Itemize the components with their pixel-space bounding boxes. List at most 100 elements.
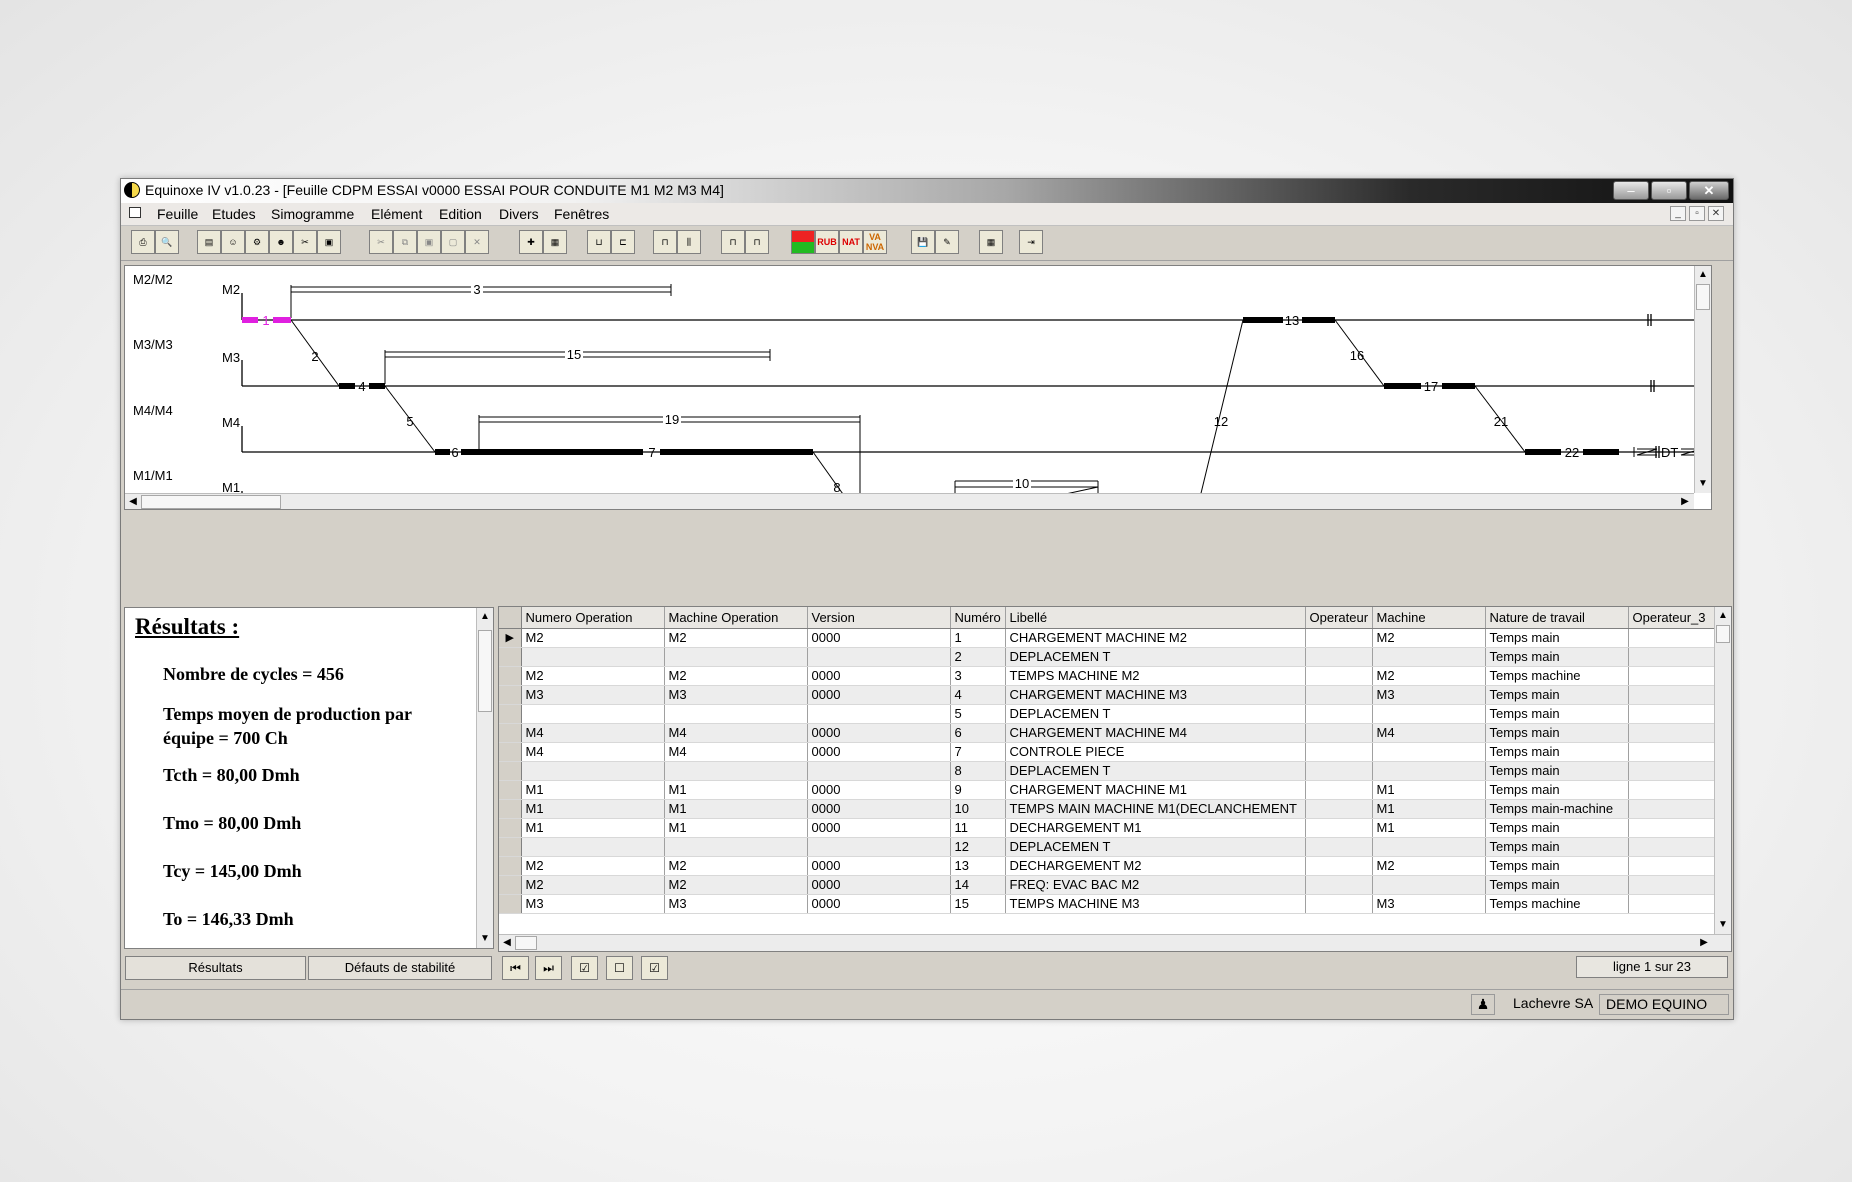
row-indicator[interactable]: [499, 742, 522, 762]
table-cell[interactable]: M1: [521, 818, 665, 838]
menu-fenetres[interactable]: Fenêtres: [554, 206, 609, 222]
check-icon[interactable]: ☑: [571, 956, 598, 980]
table-cell[interactable]: [1628, 894, 1716, 914]
table-cell[interactable]: [807, 761, 951, 781]
table-row[interactable]: M1 M1 0000 10 TEMPS MAIN MACHINE M1(DECLANCH…: [499, 799, 1716, 819]
table-cell[interactable]: [1372, 761, 1486, 781]
column-header[interactable]: Operateur_3: [1628, 607, 1716, 629]
menu-etudes[interactable]: Etudes: [212, 206, 256, 222]
table-cell[interactable]: [1305, 780, 1373, 800]
table-row[interactable]: 2 DEPLACEMEN T Temps main: [499, 647, 1716, 667]
current-row-indicator[interactable]: ▶: [499, 628, 522, 648]
cut-icon[interactable]: ✂: [369, 230, 393, 254]
table-cell[interactable]: [1305, 685, 1373, 705]
row-indicator[interactable]: [499, 666, 522, 686]
table-cell[interactable]: CHARGEMENT MACHINE M4: [1005, 723, 1306, 743]
table-cell[interactable]: [1305, 894, 1373, 914]
rub-button[interactable]: RUB: [815, 230, 839, 254]
simogramme-diagram[interactable]: M2/M2 M3/M3 M4/M4 M1/M1 M2 M3 M4 M1 1 2 …: [124, 265, 1712, 510]
table-cell[interactable]: Temps main: [1485, 723, 1629, 743]
table-cell[interactable]: [1628, 780, 1716, 800]
minimize-button[interactable]: –: [1613, 181, 1649, 200]
menu-feuille[interactable]: Feuille: [157, 206, 198, 222]
validate-icon[interactable]: ☑: [641, 956, 668, 980]
mdi-close-button[interactable]: ✕: [1708, 206, 1724, 221]
mdi-minimize-button[interactable]: _: [1670, 206, 1686, 221]
table-cell[interactable]: [664, 647, 808, 667]
table-cell[interactable]: [1628, 628, 1716, 648]
diagram-horizontal-scrollbar[interactable]: ◀ ▶: [125, 493, 1694, 509]
restore-button[interactable]: ▫: [1651, 181, 1687, 200]
copy-icon[interactable]: ⧉: [393, 230, 417, 254]
table-cell[interactable]: [1628, 704, 1716, 724]
table-cell[interactable]: 0000: [807, 799, 951, 819]
table-cell[interactable]: Temps main: [1485, 780, 1629, 800]
table-cell[interactable]: Temps main: [1485, 837, 1629, 857]
table-cell[interactable]: 2: [950, 647, 1006, 667]
save-icon[interactable]: 💾: [911, 230, 935, 254]
table-cell[interactable]: [1628, 799, 1716, 819]
va-nva-button[interactable]: VA NVA: [863, 230, 887, 254]
table-cell[interactable]: [521, 837, 665, 857]
table-cell[interactable]: 0000: [807, 666, 951, 686]
table-cell[interactable]: 6: [950, 723, 1006, 743]
table-cell[interactable]: [1628, 761, 1716, 781]
print-icon[interactable]: ⎙: [131, 230, 155, 254]
table-cell[interactable]: 0000: [807, 856, 951, 876]
scroll-thumb[interactable]: [1696, 284, 1710, 310]
table-row[interactable]: M1 M1 0000 11 DECHARGEMENT M1 M1 Temps main: [499, 818, 1716, 838]
table-cell[interactable]: M2: [664, 875, 808, 895]
windows-icon[interactable]: ▣: [317, 230, 341, 254]
delete-icon[interactable]: ✕: [465, 230, 489, 254]
table-cell[interactable]: [1305, 856, 1373, 876]
table-cell[interactable]: M4: [664, 742, 808, 762]
title-bar[interactable]: Equinoxe IV v1.0.23 - [Feuille CDPM ESSA…: [121, 179, 1733, 203]
scroll-right-icon[interactable]: ▶: [1696, 936, 1712, 950]
grid-vertical-scrollbar[interactable]: ▲ ▼: [1714, 607, 1731, 934]
table-cell[interactable]: [1628, 723, 1716, 743]
table-cell[interactable]: [1305, 723, 1373, 743]
table-cell[interactable]: M2: [521, 856, 665, 876]
scroll-thumb[interactable]: [515, 936, 537, 950]
menu-edition[interactable]: Edition: [439, 206, 482, 222]
table-cell[interactable]: FREQ: EVAC BAC M2: [1005, 875, 1306, 895]
table-cell[interactable]: 0000: [807, 685, 951, 705]
table-cell[interactable]: DECHARGEMENT M2: [1005, 856, 1306, 876]
row-indicator[interactable]: [499, 761, 522, 781]
tab-resultats[interactable]: Résultats: [125, 956, 306, 980]
column-header[interactable]: Operateur: [1305, 607, 1373, 629]
ruler-icon[interactable]: ⫼: [677, 230, 701, 254]
results-scrollbar[interactable]: ▲ ▼: [476, 608, 493, 948]
table-row[interactable]: 8 DEPLACEMEN T Temps main: [499, 761, 1716, 781]
table-cell[interactable]: M3: [1372, 685, 1486, 705]
table-row[interactable]: M3 M3 0000 4 CHARGEMENT MACHINE M3 M3 Temps ma…: [499, 685, 1716, 705]
scroll-down-icon[interactable]: ▼: [1695, 477, 1711, 491]
table-cell[interactable]: 11: [950, 818, 1006, 838]
table-cell[interactable]: 14: [950, 875, 1006, 895]
table-cell[interactable]: [807, 837, 951, 857]
table-cell[interactable]: [1305, 647, 1373, 667]
row-indicator[interactable]: [499, 875, 522, 895]
table-cell[interactable]: [1305, 875, 1373, 895]
color-legend-icon[interactable]: [791, 230, 815, 254]
table-cell[interactable]: CHARGEMENT MACHINE M1: [1005, 780, 1306, 800]
table-cell[interactable]: Temps main: [1485, 856, 1629, 876]
table-cell[interactable]: M1: [1372, 799, 1486, 819]
table-cell[interactable]: 0000: [807, 742, 951, 762]
row-indicator[interactable]: [499, 704, 522, 724]
table-row[interactable]: M2 M2 0000 3 TEMPS MACHINE M2 M2 Temps machine: [499, 666, 1716, 686]
table-cell[interactable]: Temps machine: [1485, 894, 1629, 914]
column-header[interactable]: Machine: [1372, 607, 1486, 629]
table-cell[interactable]: Temps main: [1485, 628, 1629, 648]
table-cell[interactable]: [1372, 875, 1486, 895]
table-cell[interactable]: M2: [521, 875, 665, 895]
vertical-scale-icon[interactable]: ⊏: [611, 230, 635, 254]
row-indicator[interactable]: [499, 647, 522, 667]
table-cell[interactable]: [1628, 818, 1716, 838]
table-cell[interactable]: [1628, 647, 1716, 667]
table-cell[interactable]: TEMPS MAIN MACHINE M1(DECLANCHEMENT: [1005, 799, 1306, 819]
print-preview-icon[interactable]: 🔍: [155, 230, 179, 254]
table-cell[interactable]: [1305, 742, 1373, 762]
table-cell[interactable]: [1305, 837, 1373, 857]
table-cell[interactable]: M3: [664, 894, 808, 914]
